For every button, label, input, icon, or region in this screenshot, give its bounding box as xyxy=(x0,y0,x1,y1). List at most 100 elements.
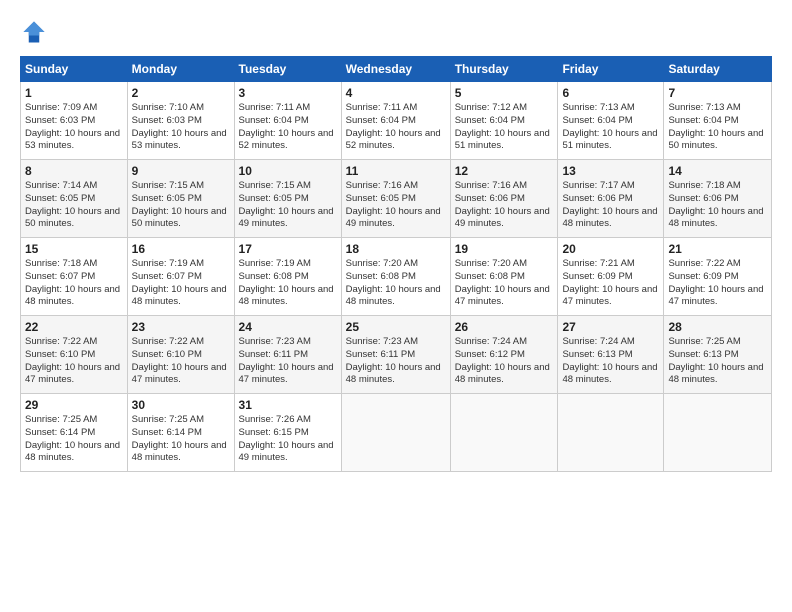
sunset-label: Sunset: 6:10 PM xyxy=(25,349,95,360)
day-info: Sunrise: 7:22 AM Sunset: 6:09 PM Dayligh… xyxy=(668,258,767,309)
calendar-day-cell: 8 Sunrise: 7:14 AM Sunset: 6:05 PM Dayli… xyxy=(21,160,128,238)
weekday-header: Thursday xyxy=(450,57,558,82)
sunset-label: Sunset: 6:06 PM xyxy=(668,193,738,204)
calendar-day-cell: 17 Sunrise: 7:19 AM Sunset: 6:08 PM Dayl… xyxy=(234,238,341,316)
daylight-label: Daylight: 10 hours and 47 minutes. xyxy=(239,362,334,386)
calendar-day-cell: 12 Sunrise: 7:16 AM Sunset: 6:06 PM Dayl… xyxy=(450,160,558,238)
daylight-label: Daylight: 10 hours and 49 minutes. xyxy=(455,206,550,230)
day-number: 20 xyxy=(562,242,659,256)
day-info: Sunrise: 7:18 AM Sunset: 6:07 PM Dayligh… xyxy=(25,258,123,309)
calendar-day-cell: 3 Sunrise: 7:11 AM Sunset: 6:04 PM Dayli… xyxy=(234,82,341,160)
day-info: Sunrise: 7:20 AM Sunset: 6:08 PM Dayligh… xyxy=(455,258,554,309)
sunrise-label: Sunrise: 7:18 AM xyxy=(25,258,97,269)
day-info: Sunrise: 7:23 AM Sunset: 6:11 PM Dayligh… xyxy=(346,336,446,387)
calendar-table: SundayMondayTuesdayWednesdayThursdayFrid… xyxy=(20,56,772,472)
day-number: 19 xyxy=(455,242,554,256)
day-info: Sunrise: 7:09 AM Sunset: 6:03 PM Dayligh… xyxy=(25,102,123,153)
calendar-day-cell: 29 Sunrise: 7:25 AM Sunset: 6:14 PM Dayl… xyxy=(21,394,128,472)
sunrise-label: Sunrise: 7:24 AM xyxy=(562,336,634,347)
day-number: 2 xyxy=(132,86,230,100)
sunrise-label: Sunrise: 7:09 AM xyxy=(25,102,97,113)
calendar-week-row: 15 Sunrise: 7:18 AM Sunset: 6:07 PM Dayl… xyxy=(21,238,772,316)
sunrise-label: Sunrise: 7:25 AM xyxy=(132,414,204,425)
day-info: Sunrise: 7:10 AM Sunset: 6:03 PM Dayligh… xyxy=(132,102,230,153)
daylight-label: Daylight: 10 hours and 51 minutes. xyxy=(562,128,657,152)
sunrise-label: Sunrise: 7:16 AM xyxy=(346,180,418,191)
daylight-label: Daylight: 10 hours and 48 minutes. xyxy=(562,362,657,386)
day-number: 28 xyxy=(668,320,767,334)
day-number: 21 xyxy=(668,242,767,256)
sunrise-label: Sunrise: 7:22 AM xyxy=(132,336,204,347)
sunset-label: Sunset: 6:05 PM xyxy=(132,193,202,204)
day-number: 24 xyxy=(239,320,337,334)
sunset-label: Sunset: 6:06 PM xyxy=(455,193,525,204)
day-number: 22 xyxy=(25,320,123,334)
sunrise-label: Sunrise: 7:26 AM xyxy=(239,414,311,425)
day-number: 29 xyxy=(25,398,123,412)
day-info: Sunrise: 7:17 AM Sunset: 6:06 PM Dayligh… xyxy=(562,180,659,231)
sunrise-label: Sunrise: 7:17 AM xyxy=(562,180,634,191)
calendar-day-cell xyxy=(341,394,450,472)
sunrise-label: Sunrise: 7:14 AM xyxy=(25,180,97,191)
day-info: Sunrise: 7:15 AM Sunset: 6:05 PM Dayligh… xyxy=(239,180,337,231)
calendar-day-cell: 19 Sunrise: 7:20 AM Sunset: 6:08 PM Dayl… xyxy=(450,238,558,316)
day-number: 16 xyxy=(132,242,230,256)
daylight-label: Daylight: 10 hours and 47 minutes. xyxy=(132,362,227,386)
sunset-label: Sunset: 6:07 PM xyxy=(25,271,95,282)
sunset-label: Sunset: 6:14 PM xyxy=(25,427,95,438)
calendar-day-cell: 14 Sunrise: 7:18 AM Sunset: 6:06 PM Dayl… xyxy=(664,160,772,238)
daylight-label: Daylight: 10 hours and 47 minutes. xyxy=(455,284,550,308)
daylight-label: Daylight: 10 hours and 48 minutes. xyxy=(455,362,550,386)
sunrise-label: Sunrise: 7:23 AM xyxy=(346,336,418,347)
daylight-label: Daylight: 10 hours and 53 minutes. xyxy=(132,128,227,152)
day-number: 26 xyxy=(455,320,554,334)
day-info: Sunrise: 7:19 AM Sunset: 6:08 PM Dayligh… xyxy=(239,258,337,309)
sunrise-label: Sunrise: 7:23 AM xyxy=(239,336,311,347)
calendar-day-cell: 10 Sunrise: 7:15 AM Sunset: 6:05 PM Dayl… xyxy=(234,160,341,238)
day-info: Sunrise: 7:11 AM Sunset: 6:04 PM Dayligh… xyxy=(239,102,337,153)
day-info: Sunrise: 7:19 AM Sunset: 6:07 PM Dayligh… xyxy=(132,258,230,309)
sunset-label: Sunset: 6:08 PM xyxy=(239,271,309,282)
daylight-label: Daylight: 10 hours and 47 minutes. xyxy=(25,362,120,386)
calendar-day-cell: 6 Sunrise: 7:13 AM Sunset: 6:04 PM Dayli… xyxy=(558,82,664,160)
day-info: Sunrise: 7:13 AM Sunset: 6:04 PM Dayligh… xyxy=(562,102,659,153)
daylight-label: Daylight: 10 hours and 52 minutes. xyxy=(346,128,441,152)
calendar-day-cell: 5 Sunrise: 7:12 AM Sunset: 6:04 PM Dayli… xyxy=(450,82,558,160)
sunset-label: Sunset: 6:08 PM xyxy=(346,271,416,282)
weekday-header: Tuesday xyxy=(234,57,341,82)
day-info: Sunrise: 7:15 AM Sunset: 6:05 PM Dayligh… xyxy=(132,180,230,231)
sunset-label: Sunset: 6:04 PM xyxy=(239,115,309,126)
sunrise-label: Sunrise: 7:22 AM xyxy=(25,336,97,347)
weekday-header: Saturday xyxy=(664,57,772,82)
day-info: Sunrise: 7:16 AM Sunset: 6:06 PM Dayligh… xyxy=(455,180,554,231)
daylight-label: Daylight: 10 hours and 48 minutes. xyxy=(25,284,120,308)
weekday-header: Friday xyxy=(558,57,664,82)
day-number: 5 xyxy=(455,86,554,100)
daylight-label: Daylight: 10 hours and 48 minutes. xyxy=(132,284,227,308)
day-info: Sunrise: 7:18 AM Sunset: 6:06 PM Dayligh… xyxy=(668,180,767,231)
calendar-day-cell: 15 Sunrise: 7:18 AM Sunset: 6:07 PM Dayl… xyxy=(21,238,128,316)
calendar-day-cell: 25 Sunrise: 7:23 AM Sunset: 6:11 PM Dayl… xyxy=(341,316,450,394)
day-number: 9 xyxy=(132,164,230,178)
sunrise-label: Sunrise: 7:21 AM xyxy=(562,258,634,269)
calendar-day-cell xyxy=(558,394,664,472)
day-info: Sunrise: 7:13 AM Sunset: 6:04 PM Dayligh… xyxy=(668,102,767,153)
day-number: 14 xyxy=(668,164,767,178)
day-number: 18 xyxy=(346,242,446,256)
calendar-day-cell: 26 Sunrise: 7:24 AM Sunset: 6:12 PM Dayl… xyxy=(450,316,558,394)
day-number: 30 xyxy=(132,398,230,412)
calendar-day-cell: 21 Sunrise: 7:22 AM Sunset: 6:09 PM Dayl… xyxy=(664,238,772,316)
sunrise-label: Sunrise: 7:15 AM xyxy=(132,180,204,191)
daylight-label: Daylight: 10 hours and 48 minutes. xyxy=(668,206,763,230)
sunset-label: Sunset: 6:04 PM xyxy=(562,115,632,126)
sunrise-label: Sunrise: 7:13 AM xyxy=(668,102,740,113)
calendar-day-cell xyxy=(450,394,558,472)
sunset-label: Sunset: 6:04 PM xyxy=(668,115,738,126)
sunrise-label: Sunrise: 7:11 AM xyxy=(239,102,311,113)
day-info: Sunrise: 7:25 AM Sunset: 6:14 PM Dayligh… xyxy=(25,414,123,465)
daylight-label: Daylight: 10 hours and 48 minutes. xyxy=(346,284,441,308)
calendar-day-cell: 30 Sunrise: 7:25 AM Sunset: 6:14 PM Dayl… xyxy=(127,394,234,472)
day-info: Sunrise: 7:22 AM Sunset: 6:10 PM Dayligh… xyxy=(25,336,123,387)
sunrise-label: Sunrise: 7:11 AM xyxy=(346,102,418,113)
sunset-label: Sunset: 6:13 PM xyxy=(668,349,738,360)
